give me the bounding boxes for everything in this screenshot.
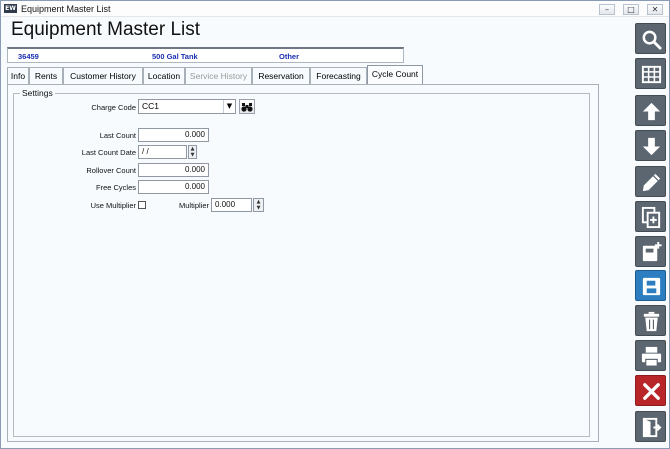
delete-button[interactable] — [635, 305, 666, 336]
maximize-button[interactable]: □ — [623, 4, 639, 15]
title-bar: EW Equipment Master List – □ ✕ — [1, 1, 669, 17]
tab-forecasting[interactable]: Forecasting — [310, 67, 367, 84]
charge-code-label: Charge Code — [91, 103, 136, 112]
grid-view-button[interactable] — [635, 58, 666, 89]
search-icon — [642, 30, 662, 50]
equipment-id: 36459 — [18, 52, 39, 61]
tab-rents[interactable]: Rents — [29, 67, 63, 84]
cancel-button[interactable] — [635, 375, 666, 406]
save-icon — [642, 277, 661, 296]
trash-icon — [643, 311, 660, 332]
multiplier-spinner[interactable]: ▲ ▼ — [253, 198, 264, 212]
app-window: EW Equipment Master List – □ ✕ Equipment… — [0, 0, 670, 449]
tab-reservation[interactable]: Reservation — [252, 67, 310, 84]
app-logo-icon: EW — [4, 4, 17, 13]
minimize-button[interactable]: – — [599, 4, 615, 15]
window-title: Equipment Master List — [21, 4, 111, 14]
tab-cycle-count[interactable]: Cycle Count — [367, 65, 423, 84]
exit-button[interactable] — [635, 411, 666, 442]
save-button[interactable] — [635, 270, 666, 301]
settings-group: Settings — [13, 88, 590, 437]
page-title: Equipment Master List — [11, 19, 201, 40]
edit-button[interactable] — [635, 166, 666, 197]
arrow-up-icon — [642, 102, 661, 121]
lookup-binoculars-icon[interactable] — [239, 99, 255, 114]
grid-icon — [641, 65, 662, 84]
use-multiplier-checkbox[interactable] — [138, 201, 146, 209]
search-button[interactable] — [635, 23, 666, 54]
equipment-description: 500 Gal Tank — [152, 52, 198, 61]
free-cycles-field[interactable]: 0.000 — [138, 180, 209, 194]
multiplier-label: Multiplier — [178, 201, 209, 210]
tab-customer-history[interactable]: Customer History — [63, 67, 143, 84]
free-cycles-label: Free Cycles — [95, 183, 136, 192]
record-info-bar: 36459 500 Gal Tank Other — [7, 47, 404, 63]
new-record-icon — [642, 241, 662, 262]
copy-icon — [641, 206, 661, 229]
close-icon — [643, 383, 660, 400]
chevron-down-icon[interactable]: ▼ — [223, 100, 235, 113]
arrow-down-icon — [642, 137, 661, 156]
previous-record-button[interactable] — [635, 95, 666, 126]
charge-code-value: CC1 — [142, 101, 160, 111]
charge-code-select[interactable]: CC1 ▼ — [138, 99, 236, 114]
new-record-button[interactable] — [635, 236, 666, 267]
last-count-date-field[interactable]: / / — [138, 145, 187, 159]
rollover-count-label: Rollover Count — [86, 166, 136, 175]
close-window-button[interactable]: ✕ — [647, 4, 663, 15]
date-spinner[interactable]: ▲ ▼ — [188, 145, 197, 159]
last-count-field[interactable]: 0.000 — [138, 128, 209, 142]
next-record-button[interactable] — [635, 130, 666, 161]
print-icon — [641, 346, 662, 367]
tab-info[interactable]: Info — [7, 67, 29, 84]
last-count-date-label: Last Count Date — [81, 148, 136, 157]
exit-icon — [642, 417, 662, 438]
tab-location[interactable]: Location — [143, 67, 185, 84]
rollover-count-field[interactable]: 0.000 — [138, 163, 209, 177]
copy-button[interactable] — [635, 201, 666, 232]
pencil-icon — [642, 173, 661, 192]
last-count-label: Last Count — [99, 131, 136, 140]
print-button[interactable] — [635, 340, 666, 371]
equipment-category: Other — [279, 52, 300, 61]
multiplier-field[interactable]: 0.000 — [211, 198, 252, 212]
settings-legend: Settings — [20, 88, 55, 98]
tab-service-history: Service History — [185, 67, 252, 84]
use-multiplier-label: Use Multiplier — [90, 201, 136, 210]
